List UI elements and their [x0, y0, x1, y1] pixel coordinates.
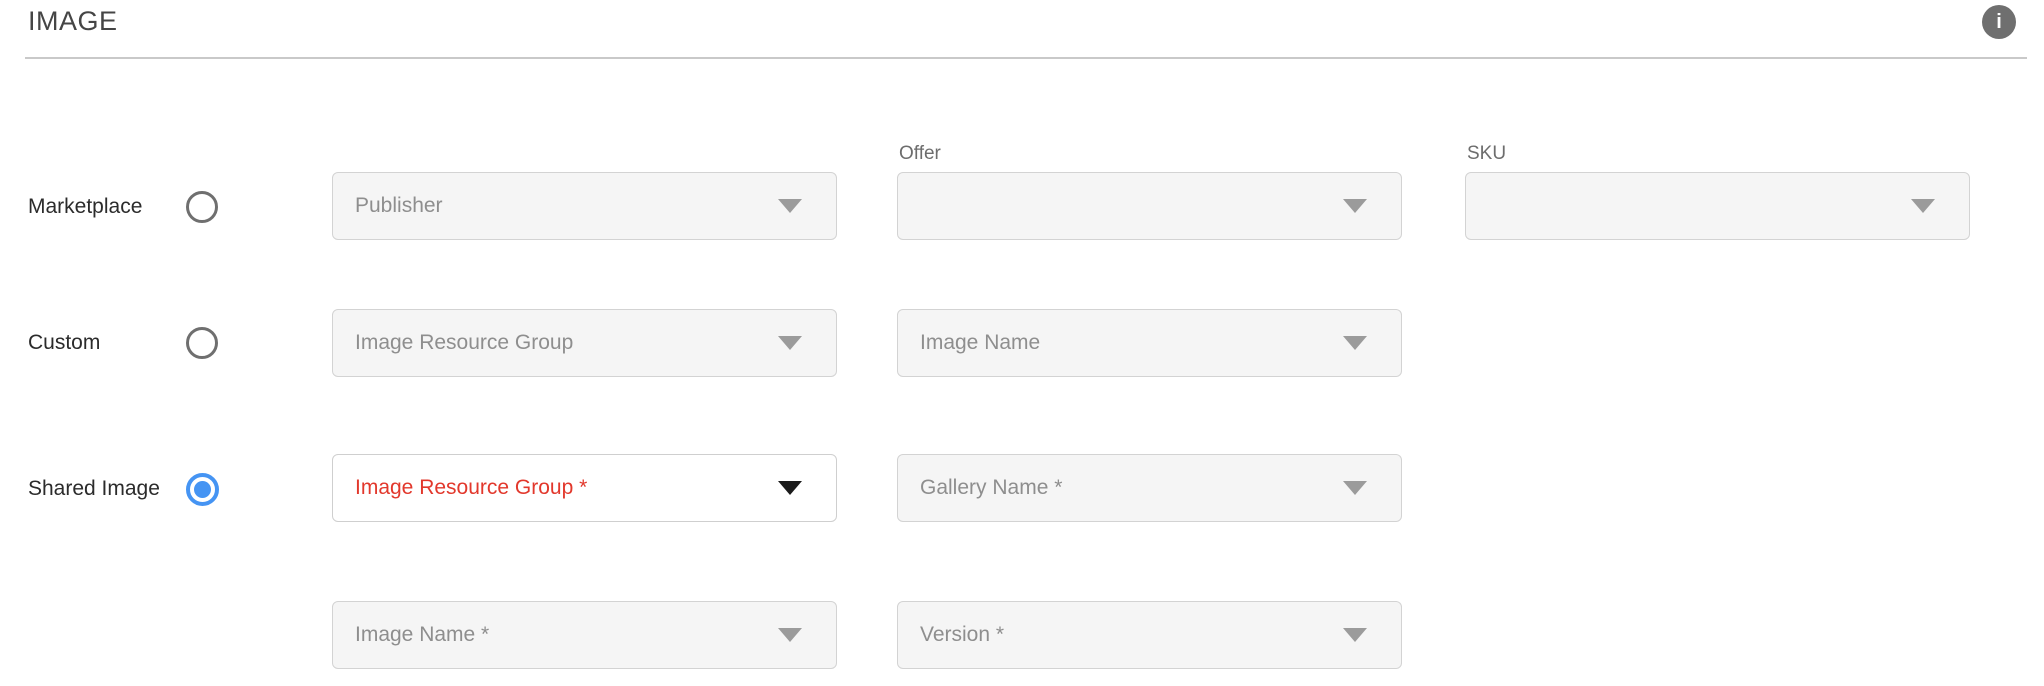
dropdown-placeholder: Image Name [920, 331, 1040, 355]
chevron-down-icon [1343, 199, 1367, 213]
header-divider [25, 57, 2027, 59]
option-label-shared-image: Shared Image [28, 476, 160, 502]
offer-dropdown[interactable] [897, 172, 1402, 240]
dropdown-placeholder: Image Resource Group * [355, 476, 587, 500]
dropdown-placeholder: Image Resource Group [355, 331, 573, 355]
dropdown-placeholder: Version * [920, 623, 1004, 647]
chevron-down-icon [778, 199, 802, 213]
gallery-name-dropdown[interactable]: Gallery Name * [897, 454, 1402, 522]
option-label-custom: Custom [28, 330, 100, 356]
publisher-dropdown[interactable]: Publisher [332, 172, 837, 240]
field-label-sku: SKU [1467, 143, 1506, 165]
radio-marketplace[interactable] [186, 191, 218, 223]
chevron-down-icon [778, 481, 802, 495]
field-label-offer: Offer [899, 143, 941, 165]
version-dropdown[interactable]: Version * [897, 601, 1402, 669]
chevron-down-icon [1343, 336, 1367, 350]
option-label-marketplace: Marketplace [28, 194, 142, 220]
sku-dropdown[interactable] [1465, 172, 1970, 240]
image-form-section: IMAGE i Offer SKU Marketplace Custom Sha… [0, 0, 2044, 686]
shared-image-resource-group-dropdown[interactable]: Image Resource Group * [332, 454, 837, 522]
chevron-down-icon [1343, 481, 1367, 495]
info-glyph: i [1996, 12, 2002, 32]
info-icon[interactable]: i [1982, 5, 2016, 39]
radio-custom[interactable] [186, 327, 218, 359]
dropdown-placeholder: Gallery Name * [920, 476, 1062, 500]
radio-shared-image[interactable] [186, 473, 219, 506]
chevron-down-icon [778, 628, 802, 642]
chevron-down-icon [1911, 199, 1935, 213]
section-title: IMAGE [28, 6, 118, 37]
custom-image-name-dropdown[interactable]: Image Name [897, 309, 1402, 377]
chevron-down-icon [778, 336, 802, 350]
shared-image-name-dropdown[interactable]: Image Name * [332, 601, 837, 669]
custom-image-resource-group-dropdown[interactable]: Image Resource Group [332, 309, 837, 377]
dropdown-placeholder: Publisher [355, 194, 443, 218]
dropdown-placeholder: Image Name * [355, 623, 489, 647]
chevron-down-icon [1343, 628, 1367, 642]
